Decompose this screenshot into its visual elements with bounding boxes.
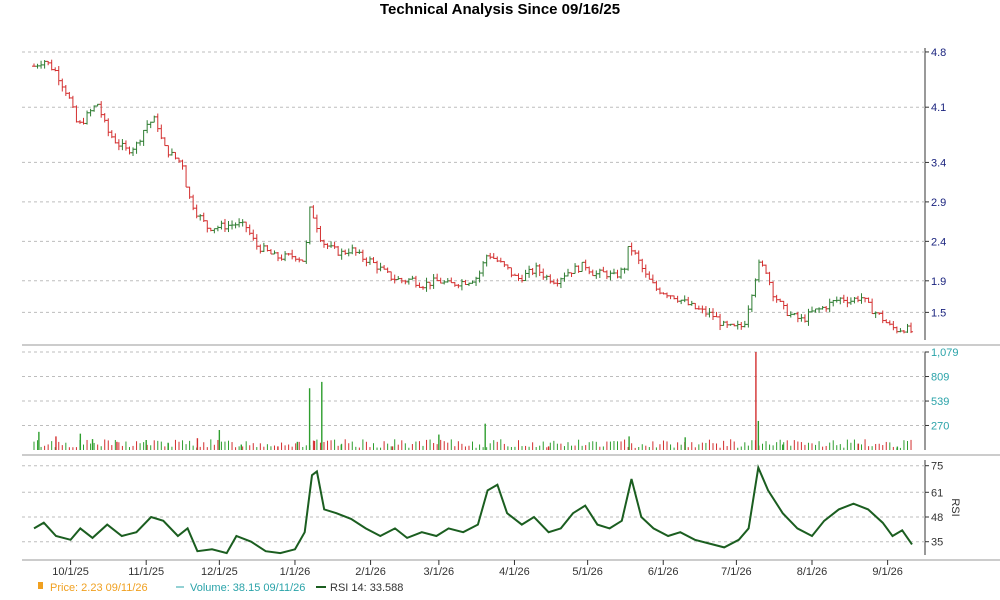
chart-svg: 4.8 4.1 3.4 2.9 2.4 1.9 1.5 1,079 809 539 270 75 61 4…	[22, 47, 1000, 594]
price-tick-label: 3.4	[931, 157, 946, 169]
volume-tick-label: 539	[931, 396, 949, 408]
x-tick-label: 7/1/26	[721, 566, 752, 578]
x-tick-label: 5/1/26	[572, 566, 603, 578]
x-tick-label: 12/1/25	[201, 566, 238, 578]
price-tick-label: 1.5	[931, 307, 946, 319]
price-tick-label: 2.4	[931, 236, 946, 248]
rsi-tick-label: 75	[931, 461, 943, 473]
x-tick-label: 2/1/26	[355, 566, 386, 578]
x-tick-label: 11/1/25	[128, 566, 164, 578]
rsi-legend-label: RSI 14: 33.588	[330, 582, 403, 594]
price-tick-label: 2.9	[931, 197, 946, 209]
x-tick-label: 6/1/26	[648, 566, 679, 578]
x-tick-label: 1/1/26	[280, 566, 311, 578]
price-tick-label: 1.9	[931, 276, 946, 288]
price-tick-label: 4.8	[931, 47, 946, 59]
rsi-line	[33, 464, 913, 555]
volume-legend-label: Volume: 38.15 09/11/26	[190, 582, 305, 594]
volume-tick-label: 1,079	[931, 347, 959, 359]
volume-tick-label: 809	[931, 372, 949, 384]
x-tick-label: 4/1/26	[499, 566, 530, 578]
price-legend-label: Price: 2.23 09/11/26	[50, 582, 148, 594]
price-legend-icon	[38, 582, 43, 589]
rsi-tick-label: 61	[931, 487, 943, 499]
x-tick-label: 10/1/25	[52, 566, 89, 578]
rsi-tick-label: 48	[931, 512, 943, 524]
x-tick-label: 3/1/26	[424, 566, 455, 578]
rsi-axis-label: RSI	[949, 498, 961, 516]
price-tick-label: 4.1	[931, 102, 946, 114]
volume-tick-label: 270	[931, 420, 949, 432]
x-tick-label: 8/1/26	[797, 566, 828, 578]
rsi-tick-label: 35	[931, 537, 943, 549]
x-tick-label: 9/1/26	[872, 566, 903, 578]
